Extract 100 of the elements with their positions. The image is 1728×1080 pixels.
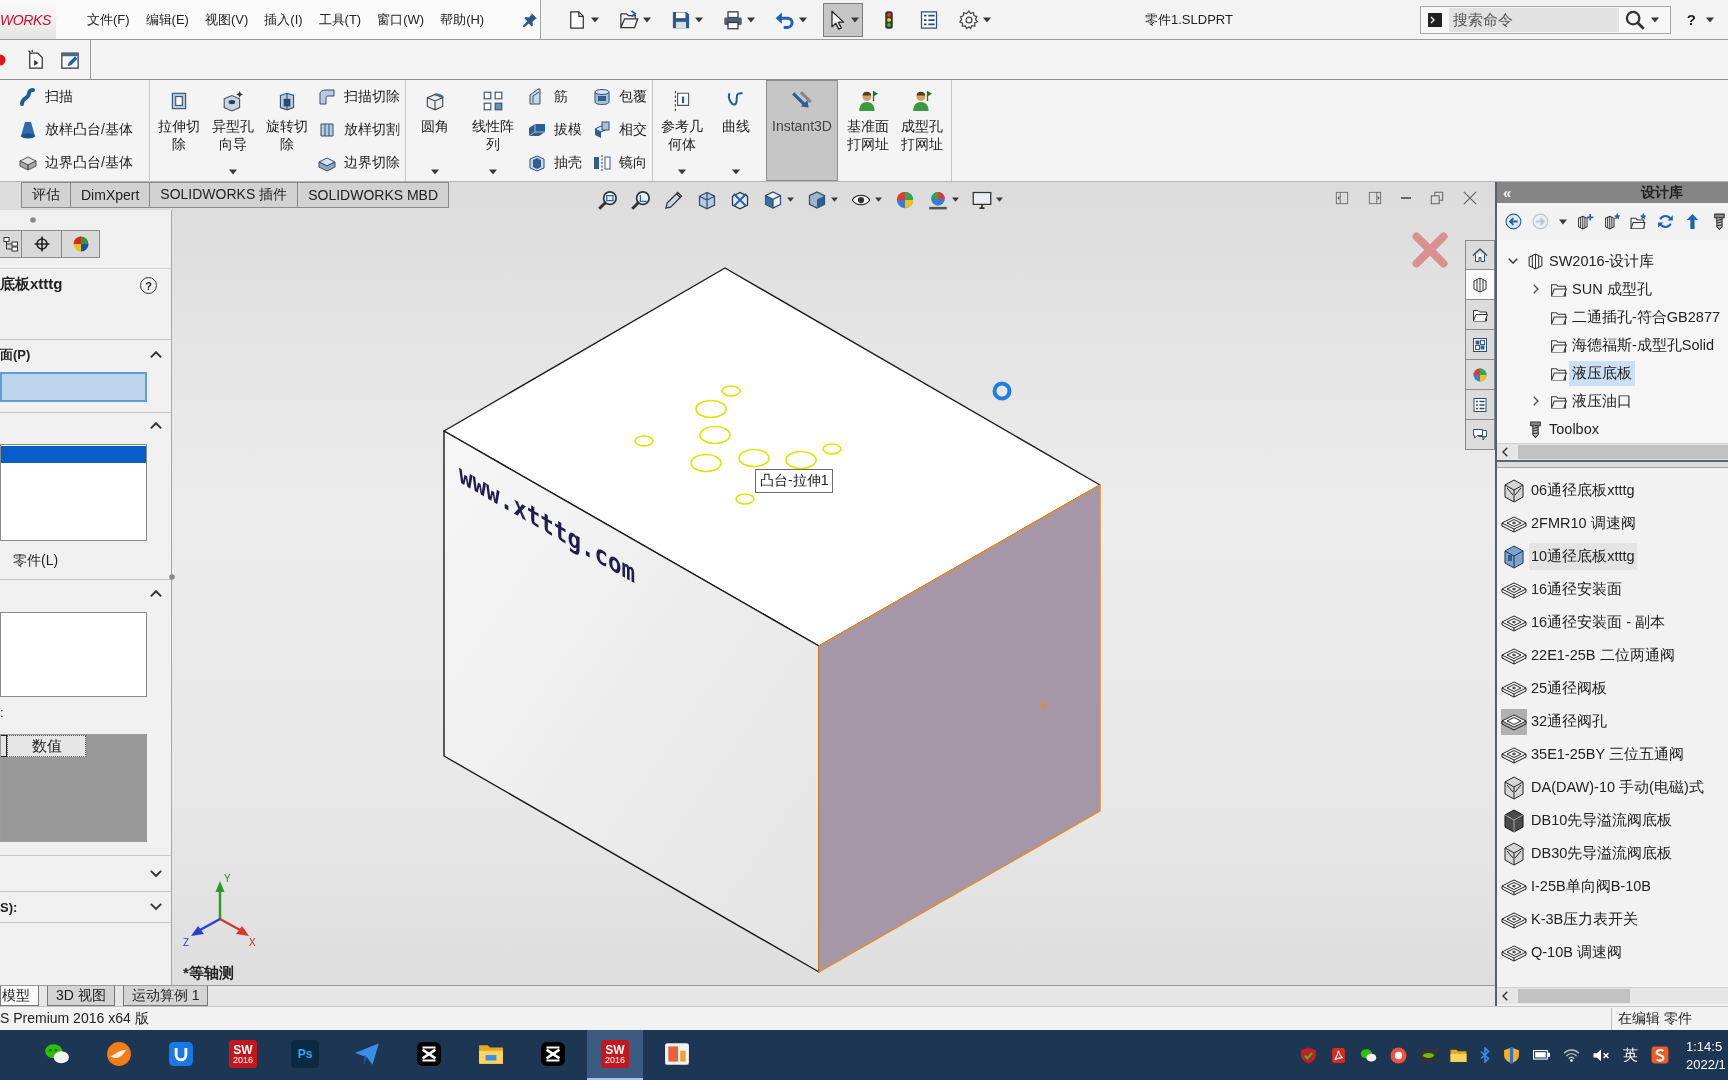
ribbon-button[interactable]: 拔模 <box>527 113 582 146</box>
library-item[interactable]: 16通径安装面 <box>1529 576 1625 603</box>
task-pane-tab[interactable] <box>1465 330 1495 360</box>
library-item[interactable]: 2FMR10 调速阀 <box>1529 510 1638 537</box>
menu-item[interactable]: 窗口(W) <box>377 10 425 29</box>
clock-date[interactable]: 2022/1 <box>1686 1056 1726 1072</box>
ribbon-button[interactable]: 异型孔向导 <box>209 80 257 181</box>
panel-tab[interactable] <box>0 230 22 258</box>
drilled-block-icon[interactable] <box>222 90 244 112</box>
command-tab[interactable]: SOLIDWORKS MBD <box>298 182 450 208</box>
ribbon-button[interactable]: 筋 <box>527 80 582 113</box>
input-box[interactable] <box>0 612 147 697</box>
command-tab[interactable]: DimXpert <box>71 182 151 208</box>
ribbon-button[interactable]: 拉伸切除 <box>155 80 203 181</box>
dropdown-caret-icon[interactable] <box>787 197 794 203</box>
panel-tab[interactable] <box>62 230 100 258</box>
dropdown-caret-icon[interactable] <box>831 197 838 203</box>
menu-item[interactable]: 工具(T) <box>318 10 362 29</box>
input-method-indicator[interactable]: 英 <box>1623 1045 1638 1065</box>
chevron-down-icon[interactable] <box>150 869 162 878</box>
document-curve-icon[interactable] <box>1330 1046 1347 1064</box>
library-star-icon[interactable] <box>1603 213 1621 230</box>
library-item[interactable]: Q-10B 调速阀 <box>1529 939 1624 966</box>
library-item[interactable]: 35E1-25BY 三位五通阀 <box>1529 741 1686 768</box>
library-item[interactable]: I-25B单向阀B-10B <box>1529 873 1653 900</box>
chevron-right-icon[interactable] <box>1533 284 1539 294</box>
ribbon-button[interactable]: 基准面打网址 <box>843 80 892 181</box>
help-button[interactable]: ? <box>1686 11 1696 28</box>
task-pane-tab[interactable] <box>1465 270 1495 300</box>
sectioned-cube-icon[interactable] <box>697 190 717 210</box>
library-item[interactable]: 32通径阀孔 <box>1529 708 1610 735</box>
dropdown-caret-icon[interactable] <box>851 16 859 23</box>
hollow-box-icon[interactable] <box>527 152 547 173</box>
model-tab[interactable]: 模型 <box>0 986 39 1006</box>
dropdown-caret-icon[interactable] <box>1558 218 1567 225</box>
dropdown-caret-icon[interactable] <box>643 16 651 23</box>
bent-bar-icon[interactable] <box>317 86 337 107</box>
library-item[interactable]: 25通径阀板 <box>1529 675 1610 702</box>
model-tab[interactable]: 运动算例 1 <box>122 986 209 1006</box>
taskbar-button[interactable]: SW 2016 <box>587 1030 643 1080</box>
window-pencil-icon[interactable] <box>60 49 80 70</box>
right-panel-icon[interactable] <box>1368 191 1382 205</box>
task-pane-tab[interactable] <box>1465 420 1495 450</box>
chevron-up-icon[interactable] <box>150 590 162 598</box>
list-icon[interactable] <box>919 9 939 30</box>
dropdown-caret-icon[interactable] <box>983 16 991 23</box>
crossed-cube-icon[interactable] <box>730 190 750 210</box>
new-document-icon[interactable] <box>567 9 587 30</box>
monitor-icon[interactable] <box>972 190 992 210</box>
search-field[interactable]: 搜索命令 <box>1419 5 1671 34</box>
library-item[interactable]: 06通径底板xtttg <box>1529 477 1637 504</box>
menu-item[interactable]: 编辑(E) <box>145 10 189 29</box>
ribbon-button[interactable]: 成型孔打网址 <box>897 80 946 181</box>
list-box[interactable] <box>0 444 147 541</box>
chat-bubbles-icon[interactable] <box>1360 1046 1377 1064</box>
ribbon-button[interactable]: 镜向 <box>592 146 647 179</box>
taskbar-button[interactable]: SW 2016 <box>215 1030 271 1080</box>
ribbon-button[interactable]: 线性阵列 <box>469 80 517 181</box>
rounded-cube-icon[interactable] <box>424 90 446 112</box>
ribbon-button[interactable]: 参考几何体 <box>658 80 706 181</box>
task-pane-tab[interactable] <box>1465 300 1495 330</box>
document-play-icon[interactable] <box>26 49 46 70</box>
ribbon-button[interactable]: 包覆 <box>592 80 647 113</box>
shield-icon[interactable] <box>1503 1046 1520 1064</box>
dropdown-caret-icon[interactable] <box>695 16 703 23</box>
shaded-cube-icon[interactable] <box>807 190 827 210</box>
person-flag-icon[interactable] <box>856 90 879 112</box>
library-item[interactable]: DA(DAW)-10 手动(电磁)式 <box>1529 774 1706 801</box>
dropdown-caret-icon[interactable] <box>431 169 439 175</box>
ribbon-button[interactable]: 放样切割 <box>317 113 400 146</box>
sphere-on-floor-icon[interactable] <box>928 190 948 210</box>
left-panel-icon[interactable] <box>1335 191 1349 205</box>
cone-icon[interactable] <box>18 119 38 140</box>
dropdown-caret-icon[interactable] <box>1706 16 1714 23</box>
ribbon-button[interactable]: 相交 <box>592 113 647 146</box>
model-tab[interactable]: 3D 视图 <box>47 986 115 1006</box>
eye-tile-icon[interactable] <box>1420 1046 1437 1064</box>
pencil-icon[interactable] <box>664 190 684 210</box>
menu-item[interactable]: 帮助(H) <box>440 10 485 29</box>
tree-item[interactable]: 液压油口 <box>1569 388 1635 414</box>
dropdown-caret-icon[interactable] <box>678 169 686 175</box>
mirrored-bars-icon[interactable] <box>592 152 612 173</box>
scroll-left-icon[interactable] <box>1502 447 1508 457</box>
s-curve-icon[interactable] <box>18 86 38 107</box>
horizontal-scrollbar[interactable] <box>1497 987 1728 1004</box>
dropdown-caret-icon[interactable] <box>489 169 497 175</box>
speaker-muted-icon[interactable] <box>1593 1048 1610 1062</box>
dropdown-caret-icon[interactable] <box>799 16 807 23</box>
person-flag-icon[interactable] <box>910 90 933 112</box>
library-item[interactable]: K-3B压力表开关 <box>1529 906 1641 933</box>
library-item[interactable]: 10通径底板xtttg <box>1529 543 1637 570</box>
chevron-up-icon[interactable] <box>150 422 162 430</box>
ribbon-button[interactable]: 旋转切除 <box>263 80 311 181</box>
chevron-right-icon[interactable] <box>1533 396 1539 406</box>
task-pane-tab[interactable] <box>1465 240 1495 270</box>
record-icon[interactable] <box>1390 1046 1407 1064</box>
tree-item[interactable]: 二通插孔-符合GB2877 <box>1569 304 1724 330</box>
chevron-up-icon[interactable] <box>150 351 162 359</box>
scroll-left-icon[interactable] <box>1502 991 1508 1001</box>
shield-check-icon[interactable] <box>1300 1046 1317 1064</box>
